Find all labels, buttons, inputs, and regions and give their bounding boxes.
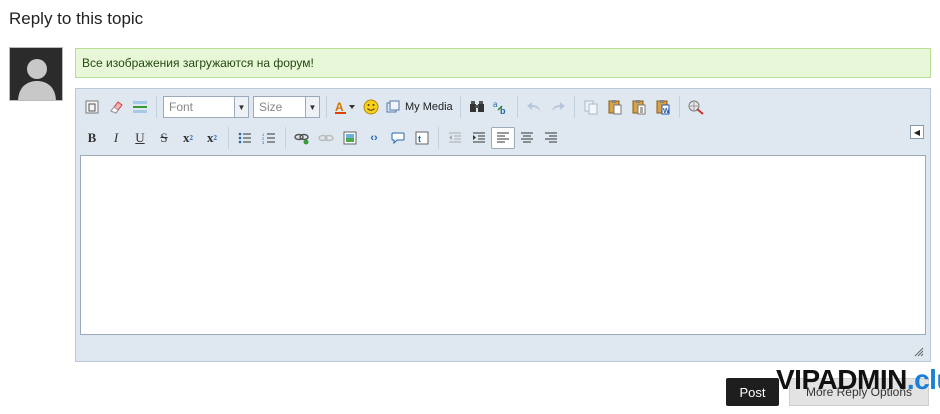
- copy-icon[interactable]: [579, 96, 603, 118]
- toolbar-separator: [326, 96, 327, 118]
- numbered-list-icon[interactable]: 123: [257, 127, 281, 149]
- svg-text:3: 3: [262, 140, 265, 144]
- italic-icon[interactable]: I: [104, 127, 128, 149]
- indent-icon[interactable]: [467, 127, 491, 149]
- bulleted-list-icon[interactable]: [233, 127, 257, 149]
- toolbar-separator: [516, 96, 518, 118]
- link-icon[interactable]: [290, 127, 314, 149]
- quote-icon[interactable]: [386, 127, 410, 149]
- watermark-logo: VIPADMIN.club: [776, 364, 940, 396]
- eraser-icon[interactable]: [104, 96, 128, 118]
- toolbar-separator: [678, 96, 680, 118]
- align-right-icon[interactable]: [539, 127, 563, 149]
- svg-text:W: W: [663, 108, 670, 115]
- paste-icon[interactable]: [603, 96, 627, 118]
- horizontal-rule-icon[interactable]: [128, 96, 152, 118]
- svg-text:t: t: [418, 134, 421, 144]
- paste-text-icon[interactable]: [627, 96, 651, 118]
- source-icon[interactable]: [80, 96, 104, 118]
- binoculars-icon[interactable]: [465, 96, 489, 118]
- toolbar-separator: [438, 127, 439, 149]
- toolbar-separator: [459, 96, 461, 118]
- spoiler-icon[interactable]: t: [410, 127, 434, 149]
- unlink-icon[interactable]: [314, 127, 338, 149]
- bold-icon[interactable]: B: [80, 127, 104, 149]
- toolbar-separator: [573, 96, 575, 118]
- toolbar-separator: [156, 96, 157, 118]
- code-icon[interactable]: ‹›: [362, 127, 386, 149]
- collapse-toolbar-icon[interactable]: ◀: [910, 125, 924, 139]
- my-media-button[interactable]: My Media: [383, 96, 456, 118]
- svg-text:a: a: [493, 100, 498, 109]
- default-user-icon: [10, 48, 62, 100]
- message-textarea[interactable]: [80, 155, 926, 335]
- paste-word-icon[interactable]: W: [651, 96, 675, 118]
- smiley-icon[interactable]: [359, 96, 383, 118]
- watermark-main: VIPADMIN: [776, 364, 907, 395]
- toolbar-separator: [285, 127, 286, 149]
- watermark-suffix: .club: [906, 364, 940, 395]
- toolbar-row-1: Font ▼ Size ▼ A My Media ab W: [80, 93, 708, 121]
- image-icon[interactable]: [338, 127, 362, 149]
- svg-text:A: A: [335, 100, 344, 114]
- font-select-label: Font: [169, 100, 194, 114]
- resize-grip-icon[interactable]: [912, 345, 924, 357]
- page-title: Reply to this topic: [9, 9, 144, 28]
- my-media-label: My Media: [405, 101, 453, 113]
- toolbar-row-2: B I U S x2 x2 123 ‹› t: [80, 125, 563, 151]
- undo-icon[interactable]: [522, 96, 546, 118]
- font-select[interactable]: Font ▼: [163, 96, 249, 118]
- size-select-label: Size: [259, 100, 283, 114]
- replace-icon[interactable]: ab: [489, 96, 513, 118]
- text-color-icon[interactable]: A: [331, 96, 359, 118]
- spellcheck-icon[interactable]: [684, 96, 708, 118]
- align-center-icon[interactable]: [515, 127, 539, 149]
- avatar: [9, 47, 63, 101]
- rich-text-editor: Font ▼ Size ▼ A My Media ab W B I U S x …: [75, 88, 931, 362]
- strikethrough-icon[interactable]: S: [152, 127, 176, 149]
- chevron-down-icon: ▼: [234, 97, 248, 117]
- chevron-down-icon: ▼: [305, 97, 319, 117]
- upload-notice: Все изображения загружаются на форум!: [75, 48, 931, 78]
- underline-icon[interactable]: U: [128, 127, 152, 149]
- outdent-icon[interactable]: [443, 127, 467, 149]
- size-select[interactable]: Size ▼: [253, 96, 320, 118]
- subscript-icon[interactable]: x2: [176, 127, 200, 149]
- post-button[interactable]: Post: [726, 378, 779, 406]
- toolbar-separator: [228, 127, 229, 149]
- align-left-icon[interactable]: [491, 127, 515, 149]
- media-icon: [386, 100, 400, 112]
- redo-icon[interactable]: [546, 96, 570, 118]
- superscript-icon[interactable]: x2: [200, 127, 224, 149]
